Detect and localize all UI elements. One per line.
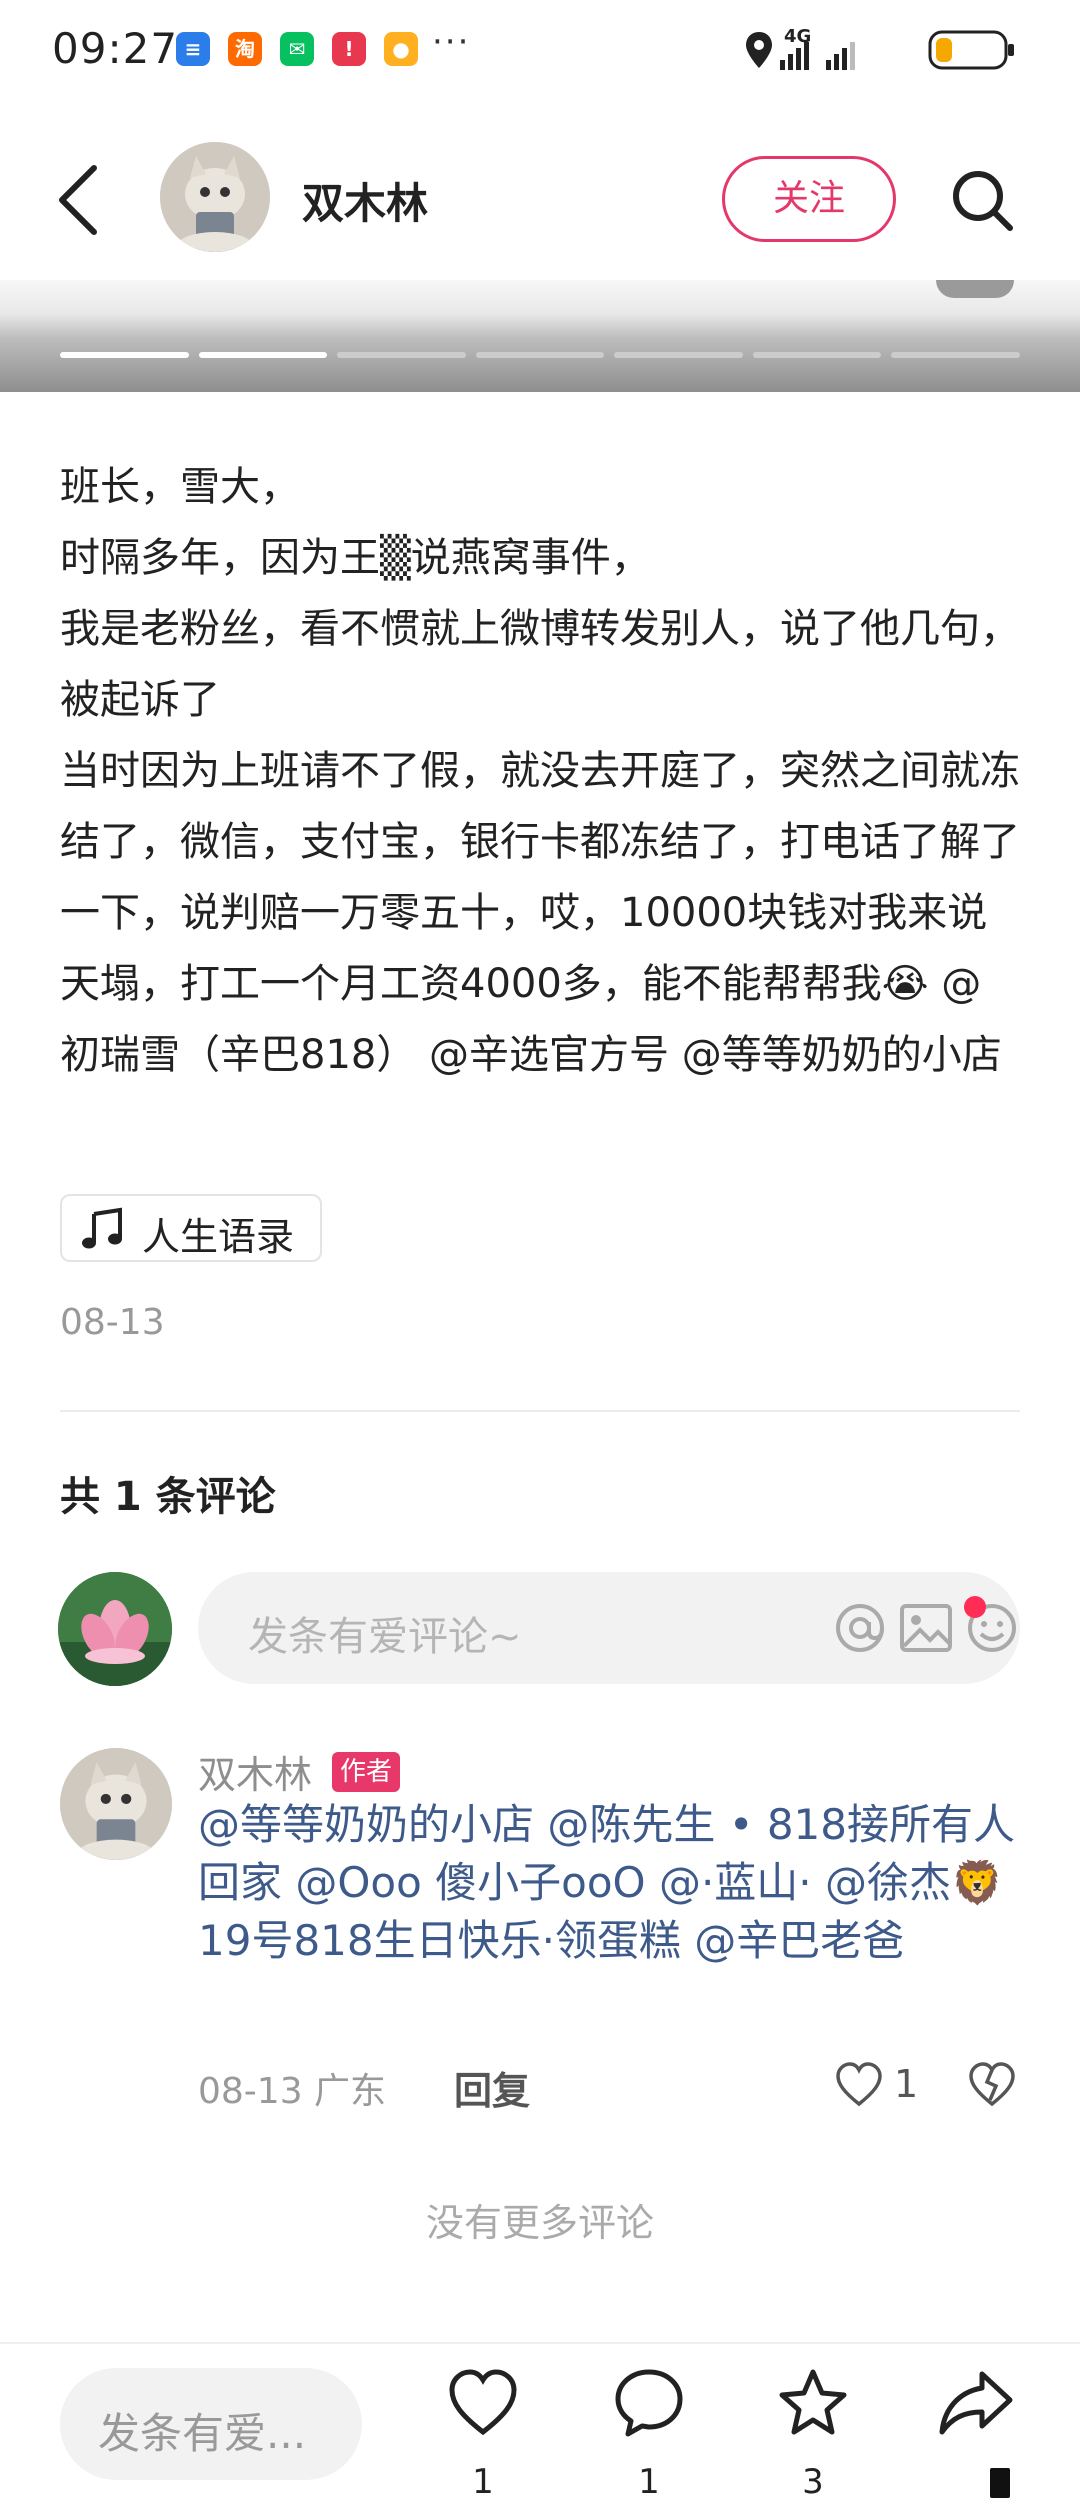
- bottom-comment-input[interactable]: 发条有爱...: [60, 2368, 362, 2480]
- carousel-page-indicator: [337, 352, 466, 358]
- game-icon: ●: [384, 32, 418, 66]
- back-button[interactable]: [50, 162, 110, 238]
- music-tag-label: 人生语录: [142, 1215, 295, 1259]
- collect-button[interactable]: 3: [776, 2366, 886, 2502]
- author-avatar[interactable]: [160, 142, 270, 252]
- post-date: 08-13: [60, 1302, 165, 1343]
- comment-count: 1: [638, 2462, 660, 2502]
- search-icon[interactable]: [946, 164, 1018, 236]
- wechat-icon: ✉: [280, 32, 314, 66]
- carousel-page-indicator: [475, 352, 605, 358]
- status-bar: 09:27 ≡ 淘 ✉ ! ● ··· 4G: [0, 0, 1080, 100]
- battery-icon: [928, 30, 1014, 70]
- no-more-comments: 没有更多评论: [425, 2201, 654, 2245]
- star-icon: [779, 2369, 847, 2435]
- carousel-page-indicator: [752, 352, 882, 358]
- image-edge: [936, 280, 1014, 298]
- heart-icon: [449, 2369, 517, 2436]
- comment-button[interactable]: 1: [612, 2366, 722, 2502]
- location-icon: [746, 32, 772, 68]
- like-button[interactable]: 1: [446, 2366, 556, 2502]
- follow-button[interactable]: 关注: [722, 156, 896, 242]
- carousel-page-indicator: [891, 352, 1020, 358]
- reply-button[interactable]: 回复: [454, 2060, 530, 2115]
- author-name[interactable]: 双木林: [302, 170, 428, 231]
- carousel-page-indicator: [198, 352, 328, 358]
- music-tag[interactable]: 人生语录: [60, 1194, 322, 1262]
- image-icon[interactable]: [896, 1598, 956, 1658]
- header: 双木林 关注: [0, 130, 1080, 270]
- collect-count: 3: [802, 2462, 824, 2502]
- post-image-carousel[interactable]: [0, 280, 1080, 392]
- message-app-icon: ≡: [176, 32, 210, 66]
- like-count: 1: [472, 2462, 494, 2502]
- comment-input-placeholder: 发条有爱评论~: [248, 1614, 522, 1660]
- signal-icon: [780, 42, 855, 70]
- comment-text[interactable]: @等等奶奶的小店 @陈先生 • 818接所有人回家 @Ooo 傻小子ooO @·…: [198, 1796, 1018, 1970]
- carousel-page-indicator: [614, 352, 743, 358]
- more-notifications-icon: ···: [432, 22, 471, 62]
- bottom-input-placeholder: 发条有爱...: [98, 2409, 307, 2458]
- notification-dot: [964, 1596, 986, 1618]
- comment-author[interactable]: 双木林: [198, 1744, 312, 1799]
- comment-count-heading: 共 1 条评论: [60, 1474, 276, 1520]
- comment-meta: 08-13 广东: [198, 2071, 387, 2112]
- cat-avatar-image: [160, 142, 270, 252]
- nav-indicator: [990, 2468, 1010, 2498]
- author-badge: 作者: [332, 1752, 401, 1792]
- my-avatar: [58, 1572, 172, 1686]
- share-arrow-icon: [939, 2371, 1013, 2435]
- music-note-icon: [82, 1207, 122, 1249]
- commenter-avatar[interactable]: [60, 1748, 172, 1860]
- comment-like-button[interactable]: 1: [834, 2058, 934, 2114]
- cat-avatar-image: [60, 1748, 172, 1860]
- comment-like-count: 1: [894, 2062, 919, 2106]
- system-indicators: 4G: [744, 26, 1024, 74]
- divider: [60, 1410, 1020, 1412]
- comment-bubble-icon: [615, 2369, 683, 2437]
- mention-icon[interactable]: [830, 1598, 890, 1658]
- notification-icon: !: [332, 32, 366, 66]
- carousel-page-indicator: [60, 352, 189, 358]
- lotus-avatar-image: [58, 1572, 172, 1686]
- dislike-icon[interactable]: [966, 2058, 1018, 2110]
- taobao-icon: 淘: [228, 32, 262, 66]
- bottom-action-bar: 发条有爱... 1 1 3: [0, 2342, 1080, 2504]
- comment-input[interactable]: 发条有爱评论~: [198, 1572, 1020, 1684]
- heart-icon: [836, 2062, 882, 2107]
- post-text: 班长，雪大， 时隔多年，因为王▒说燕窝事件， 我是老粉丝，看不惯就上微博转发别人…: [60, 464, 1020, 1078]
- status-time: 09:27: [52, 24, 179, 73]
